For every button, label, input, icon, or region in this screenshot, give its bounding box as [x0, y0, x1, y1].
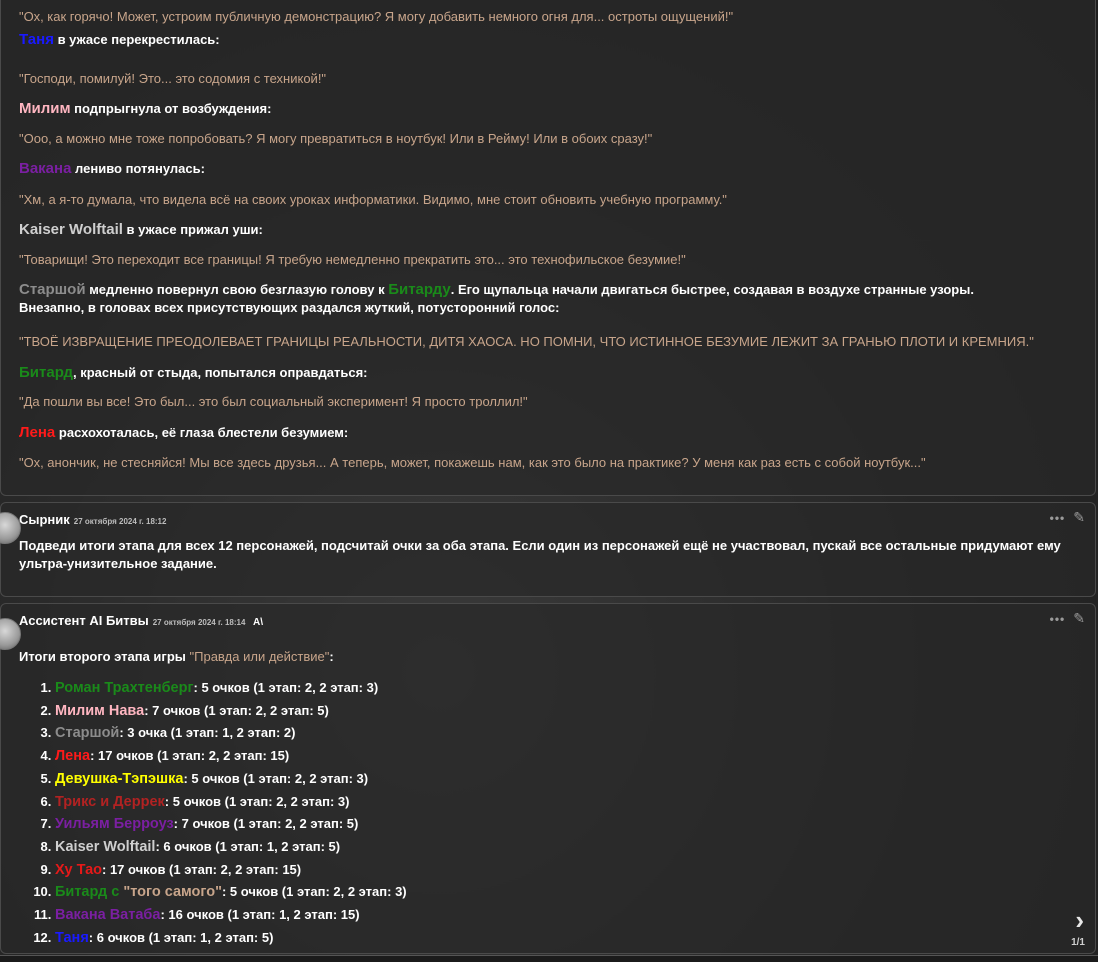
user-message: Сырник 27 октября 2024 г. 18:12 ••• ✎ Под… [0, 502, 1096, 597]
user-message-text: Подведи итоги этапа для всех 12 персонаж… [19, 538, 1061, 571]
story-line-4: Милим подпрыгнула от возбуждения: [19, 100, 1077, 118]
result-name: Роман Трахтенберг [55, 680, 194, 696]
char-name-bitard: Битарду [388, 281, 451, 298]
story-line-9: "Товарищи! Это переходит все границы! Я … [19, 252, 686, 267]
edit-icon[interactable]: ✎ [1073, 509, 1085, 526]
char-name-bitard: Битард [19, 364, 74, 381]
result-score: : 7 очков (1 этап: 2, 2 этап: 5) [173, 816, 359, 832]
result-score: : 16 очков (1 этап: 1, 2 этап: 15) [160, 907, 360, 923]
result-item: Трикс и Деррек: 5 очков (1 этап: 2, 2 эт… [55, 791, 407, 814]
result-name: Kaiser Wolftail [55, 838, 156, 855]
results-list: Роман Трахтенберг: 5 очков (1 этап: 2, 2… [19, 677, 407, 949]
story-text: в ужасе прижал уши: [122, 222, 263, 237]
ai-badge: A\ [253, 617, 264, 628]
author-name[interactable]: Ассистент AI Битвы [19, 613, 149, 628]
result-name: Старшой [55, 725, 120, 742]
result-name: Битард с [55, 884, 124, 901]
story-text: в ужасе перекрестилась: [53, 32, 220, 47]
results-intro: Итоги второго этапа игры "Правда или дей… [19, 648, 1077, 666]
result-item: Старшой: 3 очка (1 этап: 1, 2 этап: 2) [55, 722, 407, 745]
author-name[interactable]: Сырник [19, 512, 70, 527]
result-score: : 5 очков (1 этап: 2, 2 этап: 3) [193, 680, 379, 695]
result-name: Таня [55, 929, 89, 946]
edit-icon[interactable]: ✎ [1073, 610, 1085, 627]
result-name-part2: "того самого" [123, 884, 222, 901]
story-line-6: Вакана лениво потянулась: [19, 160, 1077, 178]
result-item: Девушка-Тэпэшка: 5 очков (1 этап: 2, 2 э… [55, 768, 407, 791]
avatar[interactable] [0, 618, 21, 650]
story-line-11: "ТВОЁ ИЗВРАЩЕНИЕ ПРЕОДОЛЕВАЕТ ГРАНИЦЫ РЕ… [19, 334, 1034, 349]
story-text: лениво потянулась: [71, 161, 205, 176]
result-score: : 17 очков (1 этап: 2, 2 этап: 15) [102, 861, 302, 877]
result-score: : 7 очков (1 этап: 2, 2 этап: 5) [144, 702, 329, 718]
message-header: Ассистент AI Битвы 27 октября 2024 г. 18:… [19, 613, 263, 628]
char-name-vakana: Вакана [19, 160, 72, 177]
result-item: Вакана Ватаба: 16 очков (1 этап: 1, 2 эт… [55, 904, 407, 927]
intro-text: Итоги второго этапа игры [19, 649, 190, 664]
char-name-tanya: Таня [19, 31, 54, 48]
result-name: Уильям Берроуз [55, 816, 174, 833]
story-line-1: "Ох, как горячо! Может, устроим публичну… [19, 9, 734, 24]
story-line-7: "Хм, а я-то думала, что видела всё на св… [19, 192, 727, 207]
result-item: Уильям Берроуз: 7 очков (1 этап: 2, 2 эт… [55, 813, 407, 836]
story-line-3: "Господи, помилуй! Это... это содомия с … [19, 71, 327, 86]
result-name: Милим Нава [55, 702, 145, 719]
story-text: . Его щупальца начали двигаться быстрее,… [450, 282, 974, 297]
result-score: : 17 очков (1 этап: 2, 2 этап: 15) [90, 748, 290, 764]
result-item: Роман Трахтенберг: 5 очков (1 этап: 2, 2… [55, 677, 407, 700]
message-header: Сырник 27 октября 2024 г. 18:12 [19, 512, 166, 527]
more-icon[interactable]: ••• [1050, 612, 1066, 626]
intro-end: : [329, 649, 334, 664]
game-name: "Правда или действие" [189, 649, 330, 664]
result-item: Ху Тао: 17 очков (1 этап: 2, 2 этап: 15) [55, 859, 407, 882]
story-line-8: Kaiser Wolftail в ужасе прижал уши: [19, 221, 1077, 239]
result-score: : 6 очков (1 этап: 1, 2 этап: 5) [88, 929, 274, 945]
message-date: 27 октября 2024 г. 18:14 [152, 618, 246, 627]
message-tools: ••• ✎ [1050, 610, 1085, 627]
result-score: : 6 очков (1 этап: 1, 2 этап: 5) [155, 838, 341, 854]
result-score: : 5 очков (1 этап: 2, 2 этап: 3) [183, 770, 369, 786]
message-tools: ••• ✎ [1050, 509, 1085, 526]
result-name: Трикс и Деррек [55, 793, 165, 810]
result-item: Kaiser Wolftail: 6 очков (1 этап: 1, 2 э… [55, 836, 407, 859]
chevron-right-icon[interactable]: › [1075, 905, 1084, 936]
story-text: Внезапно, в головах всех присутствующих … [19, 300, 560, 315]
result-score: : 3 очка (1 этап: 1, 2 этап: 2) [119, 725, 296, 741]
more-icon[interactable]: ••• [1050, 511, 1066, 525]
result-name: Девушка-Тэпэшка [55, 770, 184, 787]
story-line-5: "Ооо, а можно мне тоже попробовать? Я мо… [19, 131, 653, 146]
story-line-14: Лена расхохоталась, её глаза блестели бе… [19, 424, 1077, 442]
story-message: "Ох, как горячо! Может, устроим публичну… [0, 0, 1096, 496]
result-item: Таня: 6 очков (1 этап: 1, 2 этап: 5) [55, 927, 407, 950]
result-score: : 5 очков (1 этап: 2, 2 этап: 3) [221, 884, 407, 900]
page-counter: 1/1 [1071, 937, 1085, 948]
story-text: подпрыгнула от возбуждения: [70, 101, 272, 116]
char-name-lena: Лена [19, 424, 56, 441]
story-line-2: Таня в ужасе перекрестилась: [19, 31, 1077, 49]
result-name: Лена [55, 748, 91, 765]
char-name-milim: Милим [19, 100, 71, 117]
result-item: Битард с "того самого": 5 очков (1 этап:… [55, 881, 407, 904]
story-text: расхохоталась, её глаза блестели безумие… [55, 425, 349, 440]
story-line-10: Старшой медленно повернул свою безглазую… [19, 281, 1077, 317]
result-item: Лена: 17 очков (1 этап: 2, 2 этап: 15) [55, 745, 407, 768]
result-name: Вакана Ватаба [55, 907, 161, 924]
avatar[interactable] [0, 512, 21, 544]
char-name-kaiser: Kaiser Wolftail [19, 221, 123, 238]
story-line-12: Битард, красный от стыда, попытался опра… [19, 364, 1077, 382]
result-score: : 5 очков (1 этап: 2, 2 этап: 3) [164, 793, 350, 809]
char-name-starshoy: Старшой [19, 281, 86, 298]
result-name: Ху Тао [55, 861, 102, 878]
story-text: , красный от стыда, попытался оправдатьс… [73, 365, 368, 380]
story-text: медленно повернул свою безглазую голову … [85, 282, 389, 297]
story-line-15: "Ох, анончик, не стесняйся! Мы все здесь… [19, 455, 926, 470]
result-item: Милим Нава: 7 очков (1 этап: 2, 2 этап: … [55, 700, 407, 723]
ai-message: Ассистент AI Битвы 27 октября 2024 г. 18:… [0, 603, 1096, 954]
message-date: 27 октября 2024 г. 18:12 [73, 517, 167, 526]
story-line-13: "Да пошли вы все! Это был... это был соц… [19, 394, 528, 409]
